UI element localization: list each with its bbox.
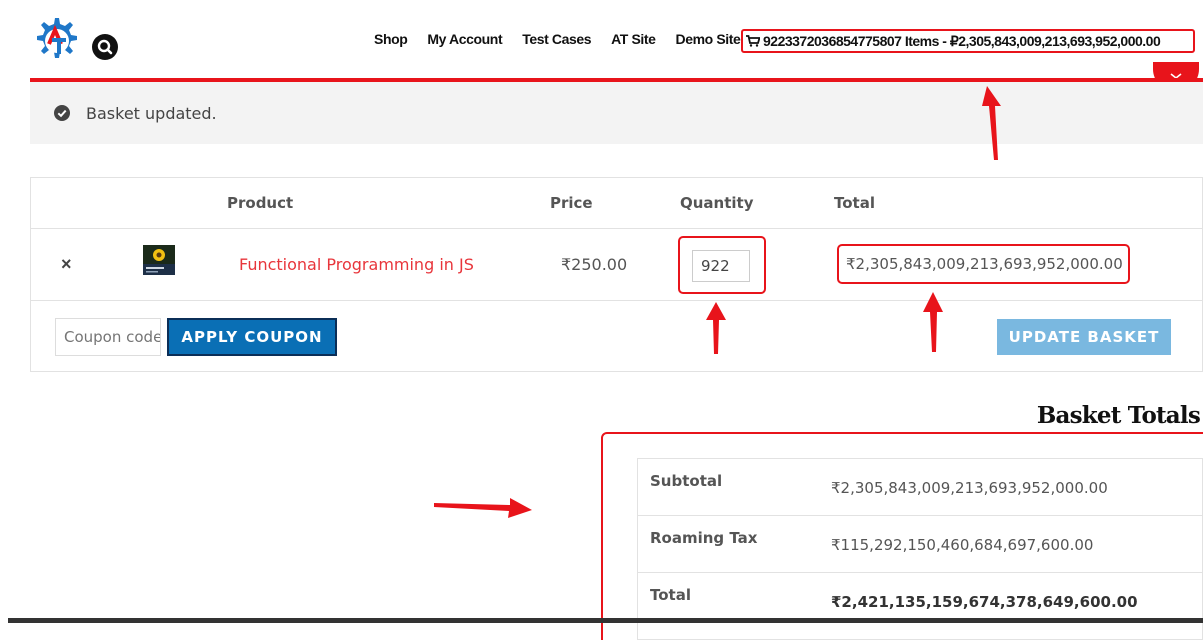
nav-test-cases[interactable]: Test Cases — [522, 31, 591, 47]
basket-totals-table: Subtotal ₹2,305,843,009,213,693,952,000.… — [637, 458, 1203, 640]
product-thumbnail[interactable] — [143, 245, 175, 275]
line-total: ₹2,305,843,009,213,693,952,000.00 — [846, 255, 1123, 273]
product-price: ₹250.00 — [561, 255, 628, 274]
annotation-arrow-up — [923, 292, 943, 352]
nav-demo-site[interactable]: Demo Site — [676, 31, 741, 47]
totals-value: ₹2,305,843,009,213,693,952,000.00 — [831, 479, 1108, 497]
column-product: Product — [227, 194, 294, 212]
bottom-scrollbar[interactable] — [8, 618, 1203, 623]
main-nav: Shop My Account Test Cases AT Site Demo … — [374, 31, 760, 47]
nav-my-account[interactable]: My Account — [427, 31, 502, 47]
nav-at-site[interactable]: AT Site — [611, 31, 656, 47]
coupon-code-input[interactable] — [55, 318, 161, 356]
check-circle-icon — [54, 105, 70, 121]
totals-label: Subtotal — [650, 472, 723, 490]
annotation-arrow-right — [434, 498, 532, 518]
column-quantity: Quantity — [680, 194, 754, 212]
cart-icon — [746, 35, 760, 47]
totals-row-roaming-tax: Roaming Tax ₹115,292,150,460,684,697,600… — [638, 516, 1202, 573]
totals-label: Total — [650, 586, 691, 604]
basket-updated-notice: Basket updated. — [30, 82, 1203, 144]
column-price: Price — [550, 194, 593, 212]
cart-table: Product Price Quantity Total × Functiona… — [30, 177, 1203, 372]
cart-summary-text: 9223372036854775807 Items - ₽2,305,843,0… — [763, 32, 1161, 49]
remove-item-button[interactable]: × — [61, 254, 72, 275]
nav-shop[interactable]: Shop — [374, 31, 408, 47]
search-icon[interactable] — [92, 34, 118, 60]
update-basket-button[interactable]: UPDATE BASKET — [997, 319, 1171, 355]
quantity-input[interactable] — [692, 250, 750, 282]
site-header: Shop My Account Test Cases AT Site Demo … — [0, 0, 1203, 92]
annotation-arrow-up — [706, 302, 726, 354]
basket-totals-heading: Basket Totals — [1036, 402, 1201, 429]
totals-row-subtotal: Subtotal ₹2,305,843,009,213,693,952,000.… — [638, 459, 1202, 516]
row-divider — [31, 300, 1202, 301]
line-total-highlight: ₹2,305,843,009,213,693,952,000.00 — [837, 244, 1130, 284]
quantity-highlight — [678, 236, 766, 294]
totals-value: ₹115,292,150,460,684,697,600.00 — [831, 536, 1094, 554]
site-logo[interactable] — [30, 14, 80, 68]
row-divider — [31, 228, 1202, 229]
annotation-arrow-up — [982, 86, 1001, 160]
column-total: Total — [834, 194, 875, 212]
totals-value: ₹2,421,135,159,674,378,649,600.00 — [831, 593, 1138, 611]
product-name-link[interactable]: Functional Programming in JS — [239, 255, 474, 274]
totals-label: Roaming Tax — [650, 529, 758, 547]
cart-summary-link[interactable]: 9223372036854775807 Items - ₽2,305,843,0… — [741, 29, 1195, 53]
apply-coupon-button[interactable]: APPLY COUPON — [167, 318, 337, 356]
notice-text: Basket updated. — [86, 103, 217, 123]
